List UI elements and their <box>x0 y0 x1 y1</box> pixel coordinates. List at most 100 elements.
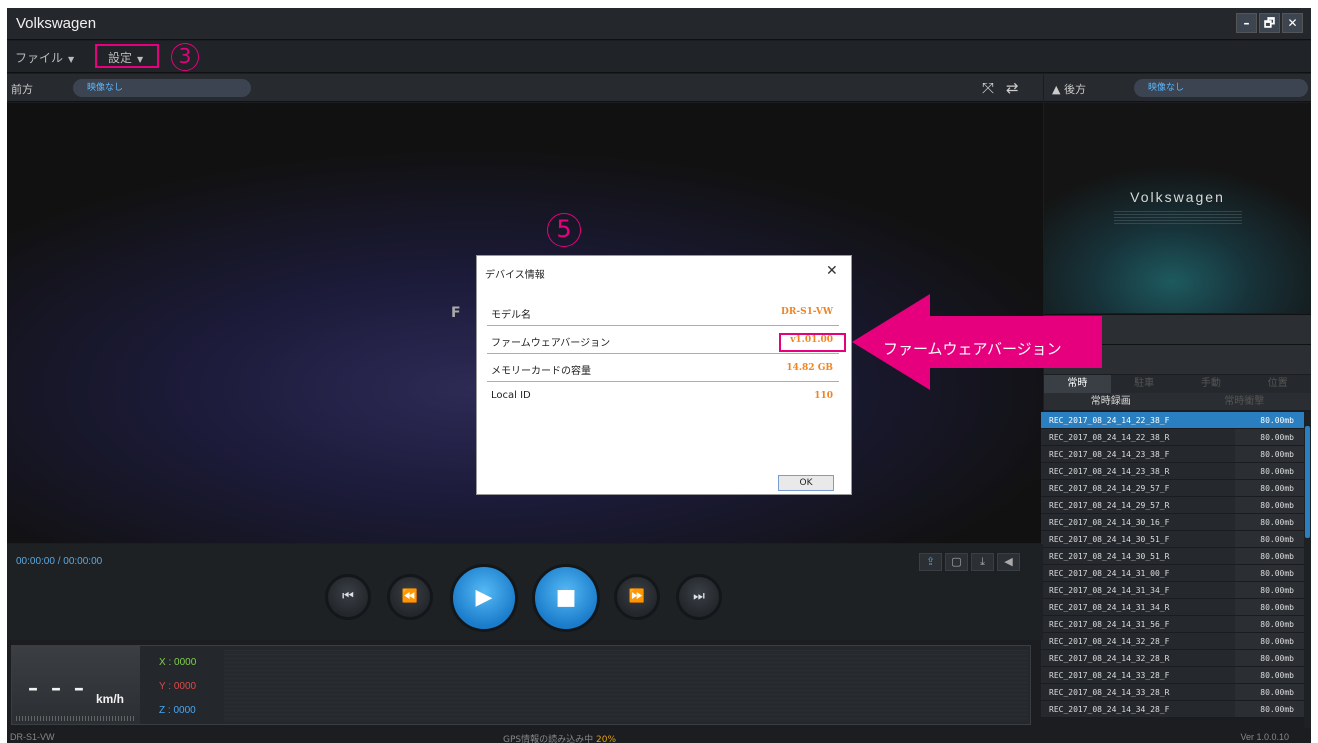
g-sensor-z: Z : 0000 <box>159 705 196 716</box>
file-name: REC_2017_08_24_14_29_57_F <box>1041 480 1235 497</box>
close-icon[interactable]: ✕ <box>826 263 838 279</box>
subtab-continuous-recording[interactable]: 常時録画 <box>1044 393 1178 410</box>
speed-gauge <box>16 716 136 721</box>
status-bar: DR-S1-VW GPS情報の読み込み中 20% Ver 1.0.0.10 <box>7 730 1311 743</box>
file-size: 80.00mb <box>1235 480 1304 497</box>
file-name: REC_2017_08_24_14_23_38_F <box>1041 446 1235 463</box>
device-info-dialog: デバイス情報 ✕ モデル名 DR-S1-VW ファームウェアバージョン v1.0… <box>476 255 852 495</box>
file-row[interactable]: REC_2017_08_24_14_30_51_R 80.00mb <box>1041 548 1304 565</box>
file-row[interactable]: REC_2017_08_24_14_31_34_F 80.00mb <box>1041 582 1304 599</box>
menu-file-label: ファイル <box>15 51 64 65</box>
file-row[interactable]: REC_2017_08_24_14_32_28_F 80.00mb <box>1041 633 1304 650</box>
g-sensor-x: X : 0000 <box>159 657 197 668</box>
annotation-arrow-label: ファームウェアバージョン <box>883 340 1062 358</box>
fullscreen-icon[interactable]: ⤧ <box>982 79 994 97</box>
firmware-version-label: ファームウェアバージョン <box>491 338 611 349</box>
download-icon[interactable]: ⤓ <box>971 553 994 571</box>
tab-location[interactable]: 位置 <box>1244 375 1311 393</box>
rear-label: ▲ 後方 <box>1052 83 1086 96</box>
file-row[interactable]: REC_2017_08_24_14_31_00_F 80.00mb <box>1041 565 1304 582</box>
file-size: 80.00mb <box>1235 531 1304 548</box>
file-row[interactable]: REC_2017_08_24_14_22_38_R 80.00mb <box>1041 429 1304 446</box>
file-name: REC_2017_08_24_14_23_38_R <box>1041 463 1235 480</box>
row-local-id: Local ID 110 <box>487 384 839 410</box>
device-model: DR-S1-VW <box>10 732 55 742</box>
file-size: 80.00mb <box>1235 667 1304 684</box>
restore-button[interactable]: 🗗 <box>1259 13 1280 33</box>
dialog-title: デバイス情報 <box>485 270 545 281</box>
model-name-label: モデル名 <box>491 310 531 321</box>
file-size: 80.00mb <box>1235 446 1304 463</box>
file-name: REC_2017_08_24_14_31_56_F <box>1041 616 1235 633</box>
file-name: REC_2017_08_24_14_31_00_F <box>1041 565 1235 582</box>
file-row[interactable]: REC_2017_08_24_14_23_38_F 80.00mb <box>1041 446 1304 463</box>
file-row[interactable]: REC_2017_08_24_14_30_16_F 80.00mb <box>1041 514 1304 531</box>
recording-subtabs: 常時録画 常時衝撃 <box>1044 393 1311 410</box>
firmware-highlight-box <box>779 333 846 352</box>
file-name: REC_2017_08_24_14_32_28_R <box>1041 650 1235 667</box>
swap-icon[interactable]: ⇄ <box>1006 79 1019 97</box>
file-size: 80.00mb <box>1235 514 1304 531</box>
memory-capacity-value: 14.82 GB <box>786 363 833 373</box>
file-name: REC_2017_08_24_14_32_28_F <box>1041 633 1235 650</box>
file-size: 80.00mb <box>1235 616 1304 633</box>
volume-icon[interactable]: ◀ <box>997 553 1020 571</box>
file-name: REC_2017_08_24_14_30_51_F <box>1041 531 1235 548</box>
front-logo: F <box>451 305 463 321</box>
row-memory-capacity: メモリーカードの容量 14.82 GB <box>487 356 839 382</box>
tab-parking[interactable]: 駐車 <box>1110 375 1178 393</box>
local-id-value: 110 <box>814 391 833 401</box>
file-name: REC_2017_08_24_14_22_38_F <box>1041 412 1235 429</box>
file-list: REC_2017_08_24_14_22_38_F 80.00mb REC_2017… <box>1041 412 1304 718</box>
play-button[interactable]: ▶ <box>450 564 518 632</box>
file-size: 80.00mb <box>1235 633 1304 650</box>
export-icon[interactable]: ⇪ <box>919 553 942 571</box>
rear-video-area[interactable]: Volkswagen <box>1044 103 1311 313</box>
file-size: 80.00mb <box>1235 548 1304 565</box>
file-row[interactable]: REC_2017_08_24_14_31_56_F 80.00mb <box>1041 616 1304 633</box>
fast-forward-button[interactable]: ⏩ <box>614 574 660 620</box>
app-title: Volkswagen <box>16 15 97 32</box>
file-row[interactable]: REC_2017_08_24_14_29_57_R 80.00mb <box>1041 497 1304 514</box>
scrollbar-thumb[interactable] <box>1305 426 1310 538</box>
rear-status-pill: 映像なし <box>1134 79 1308 97</box>
file-name: REC_2017_08_24_14_29_57_R <box>1041 497 1235 514</box>
player-controls: 00:00:00 / 00:00:00 ⇪ ▢ ⤓ ◀ ⏮ ⏪ ▶ ■ ⏩ ⏭ <box>7 544 1043 640</box>
file-row[interactable]: REC_2017_08_24_14_33_28_R 80.00mb <box>1041 684 1304 701</box>
file-row[interactable]: REC_2017_08_24_14_32_28_R 80.00mb <box>1041 650 1304 667</box>
gps-loading-text: GPS情報の読み込み中 <box>503 735 594 743</box>
file-name: REC_2017_08_24_14_31_34_F <box>1041 582 1235 599</box>
file-row[interactable]: REC_2017_08_24_14_29_57_F 80.00mb <box>1041 480 1304 497</box>
close-window-button[interactable]: ✕ <box>1282 13 1303 33</box>
menu-file[interactable]: ファイル ▼ <box>15 49 74 66</box>
minimize-button[interactable]: – <box>1236 13 1257 33</box>
rear-camera-header: ▲ 後方 映像なし <box>1044 74 1311 102</box>
rewind-button[interactable]: ⏪ <box>387 574 433 620</box>
menu-bar: ファイル ▼ 設定 ▼ 3 <box>7 41 1311 73</box>
file-row[interactable]: REC_2017_08_24_14_33_28_F 80.00mb <box>1041 667 1304 684</box>
subtab-continuous-impact[interactable]: 常時衝撃 <box>1178 393 1312 410</box>
file-row[interactable]: REC_2017_08_24_14_34_28_F 80.00mb <box>1041 701 1304 718</box>
file-size: 80.00mb <box>1235 463 1304 480</box>
stop-button[interactable]: ■ <box>532 564 600 632</box>
front-camera-header: 前方 映像なし ⤧ ⇄ <box>7 74 1043 102</box>
file-size: 80.00mb <box>1235 429 1304 446</box>
capture-icon[interactable]: ▢ <box>945 553 968 571</box>
file-row[interactable]: REC_2017_08_24_14_22_38_F 80.00mb <box>1041 412 1304 429</box>
file-row[interactable]: REC_2017_08_24_14_23_38_R 80.00mb <box>1041 463 1304 480</box>
file-list-scrollbar[interactable] <box>1304 412 1311 728</box>
tab-manual[interactable]: 手動 <box>1177 375 1245 393</box>
front-status-pill: 映像なし <box>73 79 251 97</box>
app-window: Volkswagen – 🗗 ✕ ファイル ▼ 設定 ▼ 3 前方 映像なし ⤧ ⇄… <box>7 8 1311 743</box>
file-name: REC_2017_08_24_14_30_16_F <box>1041 514 1235 531</box>
file-row[interactable]: REC_2017_08_24_14_31_34_R 80.00mb <box>1041 599 1304 616</box>
settings-highlight-box <box>95 44 159 68</box>
file-name: REC_2017_08_24_14_22_38_R <box>1041 429 1235 446</box>
file-size: 80.00mb <box>1235 497 1304 514</box>
skip-next-button[interactable]: ⏭ <box>676 574 722 620</box>
file-row[interactable]: REC_2017_08_24_14_30_51_F 80.00mb <box>1041 531 1304 548</box>
model-name-value: DR-S1-VW <box>781 307 833 317</box>
skip-previous-button[interactable]: ⏮ <box>325 574 371 620</box>
ok-button[interactable]: OK <box>778 475 834 491</box>
annotation-step-5: 5 <box>547 213 581 247</box>
